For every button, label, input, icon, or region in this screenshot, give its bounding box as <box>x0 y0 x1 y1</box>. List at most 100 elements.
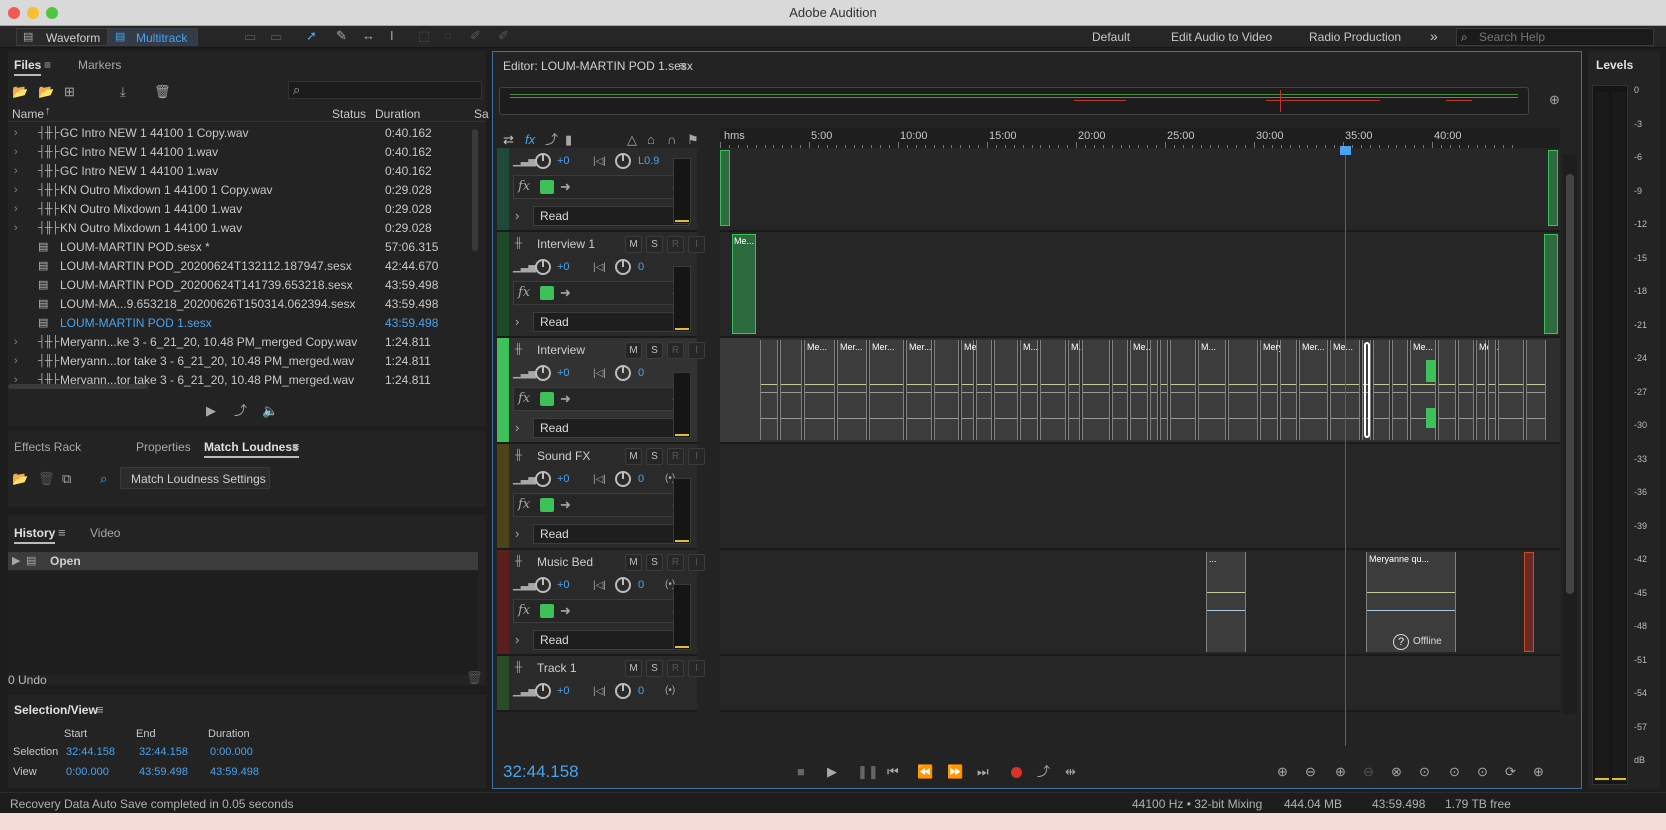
expand-automation-icon[interactable]: › <box>515 632 519 648</box>
file-row[interactable]: › ┤╫├ KN Outro Mixdown 1 44100 1 Copy.wav 0… <box>8 181 470 200</box>
add-cue-icon[interactable]: ⌂ <box>647 132 655 148</box>
expand-chevron-icon[interactable]: › <box>14 181 18 200</box>
automation-mode-select[interactable]: Read⌄ <box>533 524 689 544</box>
pan-value[interactable]: 0 <box>638 473 644 485</box>
play-icon[interactable]: ▶ <box>827 764 837 780</box>
search-help-field[interactable]: ⌕ <box>1456 28 1654 46</box>
automation-mode-select[interactable]: Read⌄ <box>533 206 689 226</box>
fx-send-icon[interactable]: ➜ <box>560 391 571 407</box>
session-overview[interactable] <box>499 87 1529 115</box>
audio-clip[interactable]: M... <box>1068 340 1086 440</box>
tab-match-loudness[interactable]: Match Loudness <box>204 440 299 458</box>
zoom-out-amplitude-icon[interactable]: ⊖ <box>1305 764 1316 780</box>
fx-send-icon[interactable]: ➜ <box>560 179 571 195</box>
minimize-window-icon[interactable] <box>27 7 39 19</box>
volume-knob[interactable] <box>535 259 551 275</box>
fx-send-icon[interactable]: ➜ <box>560 497 571 513</box>
pan-knob[interactable] <box>615 259 631 275</box>
playhead[interactable] <box>1339 146 1351 746</box>
sends-icon[interactable]: ⤴ <box>545 132 558 148</box>
fx-send-icon[interactable]: ➜ <box>560 285 571 301</box>
solo-button[interactable]: S <box>646 660 663 677</box>
expand-chevron-icon[interactable]: › <box>14 219 18 238</box>
track-lane[interactable] <box>720 148 1560 232</box>
panel-menu-icon[interactable]: ≡ <box>679 58 687 74</box>
pan-value[interactable]: 0 <box>638 367 644 379</box>
workspace-default[interactable]: Default <box>1092 30 1130 44</box>
open-folder-icon[interactable]: 📂 <box>12 471 28 487</box>
razor-tool-icon[interactable]: ✎ <box>336 28 347 44</box>
track-effects-box[interactable]: fx➜⚡ <box>513 281 689 305</box>
volume-value[interactable]: +0 <box>557 579 570 591</box>
audio-clip[interactable] <box>1160 340 1168 440</box>
new-file-icon[interactable]: ⊞ <box>64 84 75 100</box>
zoom-out-full-icon[interactable]: ⊗ <box>1391 764 1402 780</box>
audio-clip[interactable] <box>1228 340 1258 440</box>
panel-menu-icon[interactable]: ≡ <box>58 525 66 541</box>
files-scrollbar[interactable] <box>472 129 478 251</box>
column-duration[interactable]: Duration <box>375 107 420 121</box>
view-end[interactable]: 43:59.498 <box>139 766 188 778</box>
selection-end[interactable]: 32:44.158 <box>139 746 188 758</box>
file-row[interactable]: ▤ LOUM-MARTIN POD.sesx * 57:06.315 <box>8 238 470 257</box>
workspace-edit-audio-to-video[interactable]: Edit Audio to Video <box>1171 30 1272 44</box>
audio-clip[interactable]: Mer... <box>1476 340 1502 440</box>
maximize-window-icon[interactable] <box>46 7 58 19</box>
track-lane[interactable]: ... Meryanne qu...? Offline <box>720 550 1560 656</box>
mute-button[interactable]: M <box>625 342 642 359</box>
search-help-input[interactable] <box>1479 30 1649 44</box>
audio-clip[interactable] <box>1082 340 1110 440</box>
selection-duration[interactable]: 0:00.000 <box>210 746 253 758</box>
file-row[interactable]: › ┤╫├ GC Intro NEW 1 44100 1.wav 0:40.162 <box>8 143 470 162</box>
delete-file-icon[interactable]: 🗑 <box>154 84 171 100</box>
loudness-scan-icon[interactable]: ⌕ <box>100 471 107 487</box>
audio-clip[interactable] <box>760 340 778 440</box>
audio-clip[interactable] <box>1112 340 1128 440</box>
fx-power-icon[interactable] <box>540 180 554 194</box>
record-icon[interactable] <box>1011 767 1022 778</box>
tab-video[interactable]: Video <box>90 526 120 540</box>
fx-send-icon[interactable]: ➜ <box>560 603 571 619</box>
audio-clip[interactable]: Me... <box>1130 340 1153 440</box>
stop-icon[interactable]: ■ <box>797 764 805 780</box>
expand-automation-icon[interactable]: › <box>515 314 519 330</box>
time-display[interactable]: 32:44.158 <box>503 762 579 782</box>
audio-clip[interactable] <box>1040 340 1066 440</box>
fx-power-icon[interactable] <box>540 392 554 406</box>
files-search-field[interactable]: ⌕ <box>288 81 482 99</box>
more-workspaces-icon[interactable]: » <box>1430 28 1438 44</box>
audio-clip[interactable]: Mer... <box>837 340 867 440</box>
record-button[interactable]: R <box>667 554 684 571</box>
mute-button[interactable]: M <box>625 660 642 677</box>
file-row[interactable]: › ┤╫├ KN Outro Mixdown 1 44100 1.wav 0:29.0… <box>8 200 470 219</box>
go-to-end-icon[interactable]: ⏭ <box>977 764 989 780</box>
view-start[interactable]: 0:00.000 <box>66 766 109 778</box>
files-horizontal-scrollbar[interactable] <box>8 384 148 389</box>
volume-value[interactable]: +0 <box>557 155 570 167</box>
audio-clip[interactable]: Meryanne qu...? Offline <box>1366 552 1456 652</box>
track-effects-box[interactable]: fx➜⚡ <box>513 599 689 623</box>
audio-clip[interactable] <box>1526 340 1546 440</box>
auto-play-icon[interactable]: 🔈 <box>262 403 278 419</box>
zoom-to-session-icon[interactable]: ⊕ <box>1533 764 1544 780</box>
fx-power-icon[interactable] <box>540 604 554 618</box>
inputs-outputs-icon[interactable]: ⇄ <box>503 132 514 148</box>
solo-button[interactable]: S <box>646 342 663 359</box>
panel-menu-icon[interactable]: ≡ <box>44 57 51 73</box>
audio-clip[interactable]: M... <box>1198 340 1226 440</box>
audio-clip[interactable]: Mer... <box>1299 340 1328 440</box>
zoom-in-point-out-icon[interactable]: ⊙ <box>1449 764 1460 780</box>
move-tool-icon[interactable]: ➚ <box>306 28 317 44</box>
track-lane[interactable]: Me... Mer... Mer... Mer... Mer... M... M... Me.… <box>720 338 1560 444</box>
track-header[interactable]: ▁▃▅+0|◁|L0.9fx➜⚡›Read⌄ <box>497 148 697 232</box>
audio-clip[interactable] <box>976 340 992 440</box>
open-append-icon[interactable]: 📂 <box>38 84 54 100</box>
file-row[interactable]: › ┤╫├ GC Intro NEW 1 44100 1.wav 0:40.162 <box>8 162 470 181</box>
audio-clip[interactable]: Mery... <box>1260 340 1290 440</box>
expand-chevron-icon[interactable]: › <box>14 333 18 352</box>
track-lane[interactable]: Me... <box>720 232 1560 338</box>
workspace-radio-production[interactable]: Radio Production <box>1309 30 1401 44</box>
spectral-frequency-icon[interactable]: ▭ <box>244 29 256 45</box>
audio-clip[interactable]: Me... <box>732 234 756 334</box>
multitrack-button[interactable]: ▤ Multitrack <box>108 28 198 46</box>
